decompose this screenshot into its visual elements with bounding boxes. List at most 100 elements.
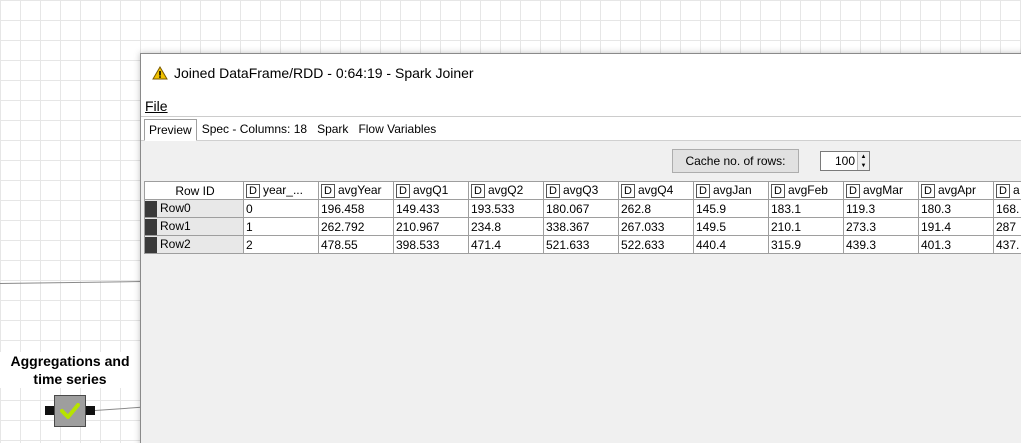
table-cell[interactable]: 210.1 (768, 217, 844, 236)
double-type-icon: D (996, 184, 1010, 198)
tab-flow-variables[interactable]: Flow Variables (353, 118, 441, 140)
double-type-icon: D (321, 184, 335, 198)
column-header-label: avgQ1 (412, 183, 449, 197)
column-header[interactable]: Dyear_... (243, 181, 319, 200)
column-header-label: avgQ3 (562, 183, 599, 197)
table-cell[interactable]: 196.458 (318, 199, 394, 218)
column-header[interactable]: DavgYear (318, 181, 394, 200)
table-cell[interactable]: 149.433 (393, 199, 469, 218)
column-header[interactable]: DavgMar (843, 181, 919, 200)
table-cell[interactable]: 180.067 (543, 199, 619, 218)
spin-up-icon[interactable]: ▲ (858, 152, 869, 161)
data-table-container[interactable]: Row ID Dyear_... DavgYear DavgQ1 DavgQ2 Davg… (144, 181, 1021, 254)
double-type-icon: D (771, 184, 785, 198)
menubar: File (141, 92, 1021, 116)
node-output-port[interactable] (86, 406, 95, 415)
table-cell[interactable]: 262.792 (318, 217, 394, 236)
spinner-arrows[interactable]: ▲ ▼ (857, 152, 869, 170)
column-header-label: avgFeb (787, 183, 828, 197)
column-header[interactable]: DavgJan (693, 181, 769, 200)
table-cell[interactable]: 180.3 (918, 199, 994, 218)
window-titlebar[interactable]: Joined DataFrame/RDD - 0:64:19 - Spark J… (141, 54, 1021, 92)
table-cell[interactable]: 398.533 (393, 235, 469, 254)
table-cell[interactable]: 1 (243, 217, 319, 236)
column-header-label: avgMar (862, 183, 903, 197)
double-type-icon: D (921, 184, 935, 198)
table-header-row: Row ID Dyear_... DavgYear DavgQ1 DavgQ2 Davg… (144, 181, 1021, 200)
table-body: Row0 0 196.458 149.433 193.533 180.067 262.8 14… (144, 199, 1021, 254)
tab-spec[interactable]: Spec - Columns: 18 (197, 118, 312, 140)
checkmark-icon (60, 403, 80, 419)
table-cell[interactable]: 287 (993, 217, 1021, 236)
table-row[interactable]: Row2 2 478.55 398.533 471.4 521.633 522.633 440… (144, 235, 1021, 254)
tab-spark[interactable]: Spark (312, 118, 353, 140)
table-cell[interactable]: 522.633 (618, 235, 694, 254)
column-header-label: avgApr (937, 183, 976, 197)
row-id-label: Row0 (160, 200, 191, 215)
column-header[interactable]: DavgApr (918, 181, 994, 200)
cache-rows-spinner[interactable]: ▲ ▼ (820, 151, 870, 171)
data-table: Row ID Dyear_... DavgYear DavgQ1 DavgQ2 Davg… (144, 181, 1021, 254)
table-cell[interactable]: 478.55 (318, 235, 394, 254)
double-type-icon: D (846, 184, 860, 198)
row-marker (145, 218, 157, 235)
table-cell[interactable]: 119.3 (843, 199, 919, 218)
tab-bar: Preview Spec - Columns: 18 Spark Flow Va… (141, 117, 1021, 141)
column-header[interactable]: DavgQ1 (393, 181, 469, 200)
table-cell[interactable]: 0 (243, 199, 319, 218)
node-input-port[interactable] (45, 406, 54, 415)
row-id-cell[interactable]: Row2 (144, 235, 244, 254)
row-id-cell[interactable]: Row1 (144, 217, 244, 236)
table-cell[interactable]: 210.967 (393, 217, 469, 236)
table-cell[interactable]: 471.4 (468, 235, 544, 254)
spin-down-icon[interactable]: ▼ (858, 161, 869, 170)
row-marker (145, 200, 157, 217)
table-cell[interactable]: 338.367 (543, 217, 619, 236)
row-id-label: Row1 (160, 218, 191, 233)
row-id-label: Row2 (160, 236, 191, 251)
table-cell[interactable]: 183.1 (768, 199, 844, 218)
preview-toolbar: Cache no. of rows: ▲ ▼ (141, 141, 1021, 175)
column-header-rowid[interactable]: Row ID (144, 181, 244, 200)
column-header[interactable]: DavgFeb (768, 181, 844, 200)
table-cell[interactable]: 145.9 (693, 199, 769, 218)
table-cell[interactable]: 521.633 (543, 235, 619, 254)
menu-file[interactable]: File (145, 98, 168, 116)
workflow-connection (0, 281, 142, 284)
tab-preview[interactable]: Preview (144, 119, 197, 141)
row-marker (145, 236, 157, 253)
double-type-icon: D (396, 184, 410, 198)
double-type-icon: D (546, 184, 560, 198)
spark-node[interactable] (54, 395, 86, 427)
table-cell[interactable]: 401.3 (918, 235, 994, 254)
row-id-cell[interactable]: Row0 (144, 199, 244, 218)
table-cell[interactable]: 168. (993, 199, 1021, 218)
column-header-label: avgQ2 (487, 183, 524, 197)
table-cell[interactable]: 191.4 (918, 217, 994, 236)
cache-rows-input[interactable] (821, 154, 857, 168)
column-header[interactable]: DavgQ4 (618, 181, 694, 200)
node-label: Aggregations and time series (0, 352, 140, 388)
column-header[interactable]: Da (993, 181, 1021, 200)
workflow-connection-out (94, 406, 141, 411)
table-cell[interactable]: 262.8 (618, 199, 694, 218)
column-header-label: year_... (262, 183, 303, 197)
table-cell[interactable]: 437. (993, 235, 1021, 254)
table-cell[interactable]: 149.5 (693, 217, 769, 236)
table-cell[interactable]: 439.3 (843, 235, 919, 254)
table-cell[interactable]: 2 (243, 235, 319, 254)
cache-rows-button[interactable]: Cache no. of rows: (672, 149, 799, 173)
column-header[interactable]: DavgQ3 (543, 181, 619, 200)
column-header-label: avgJan (712, 183, 752, 197)
column-header[interactable]: DavgQ2 (468, 181, 544, 200)
table-row[interactable]: Row1 1 262.792 210.967 234.8 338.367 267.033 14… (144, 217, 1021, 236)
table-cell[interactable]: 440.4 (693, 235, 769, 254)
double-type-icon: D (246, 184, 260, 198)
table-cell[interactable]: 267.033 (618, 217, 694, 236)
table-cell[interactable]: 273.3 (843, 217, 919, 236)
table-row[interactable]: Row0 0 196.458 149.433 193.533 180.067 262.8 14… (144, 199, 1021, 218)
table-cell[interactable]: 234.8 (468, 217, 544, 236)
table-cell[interactable]: 193.533 (468, 199, 544, 218)
table-cell[interactable]: 315.9 (768, 235, 844, 254)
double-type-icon: D (471, 184, 485, 198)
